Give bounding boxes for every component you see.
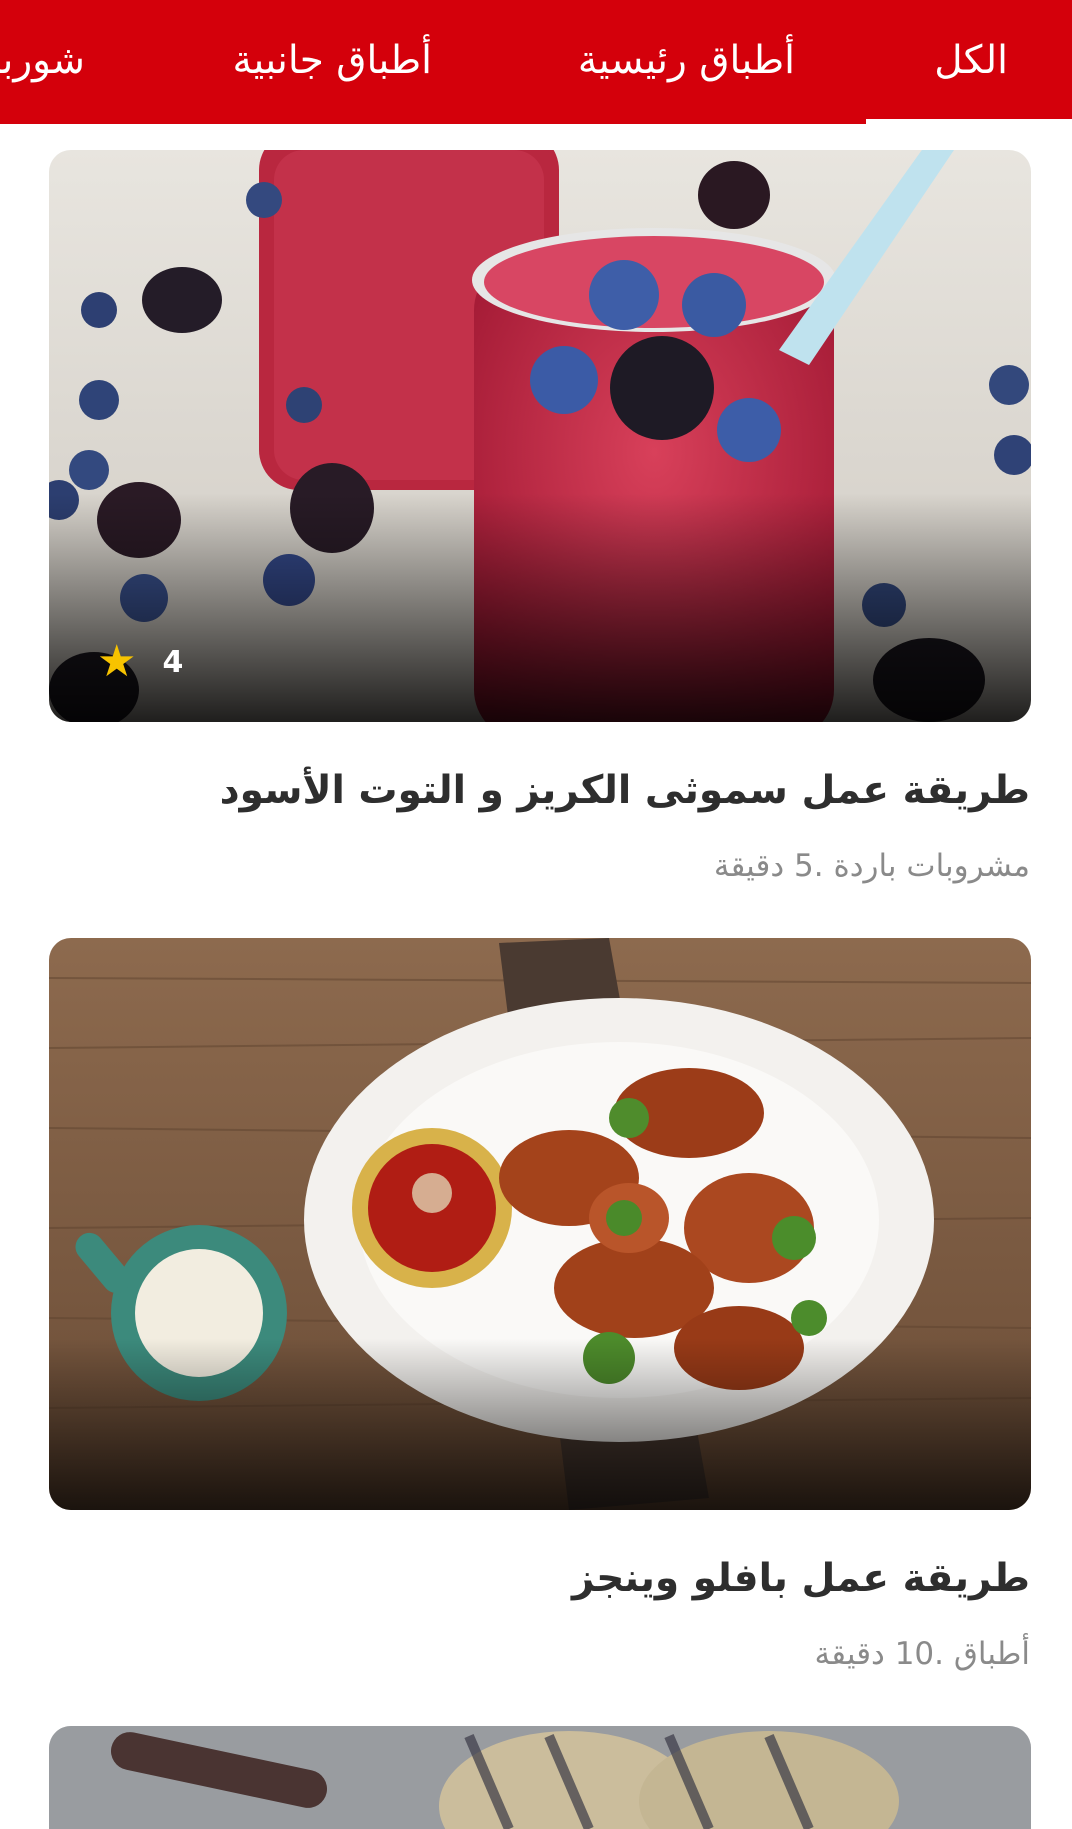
- selected-tab-indicator: [866, 119, 1072, 124]
- recipe-title[interactable]: طريقة عمل بافلو وينجز: [50, 1556, 1030, 1601]
- star-icon: ★: [97, 636, 137, 687]
- recipe-meta: مشروبات باردة .5 دقيقة: [713, 848, 1030, 884]
- tab-soups[interactable]: شوربات: [0, 0, 85, 124]
- buffalo-wings-photo: [49, 938, 1031, 1510]
- grilled-dish-photo: [49, 1726, 1031, 1829]
- recipe-image-next[interactable]: [49, 1726, 1031, 1829]
- rating: ★ 4: [97, 640, 183, 684]
- recipe-image-wings[interactable]: [49, 938, 1031, 1510]
- tab-main-dishes[interactable]: أطباق رئيسية: [578, 0, 795, 124]
- category-tab-bar: الكل أطباق رئيسية أطباق جانبية شوربات: [0, 0, 1072, 124]
- tab-side-dishes[interactable]: أطباق جانبية: [233, 0, 432, 124]
- tab-all[interactable]: الكل: [934, 0, 1008, 124]
- rating-value: 4: [162, 644, 184, 680]
- recipe-meta: أطباق .10 دقيقة: [814, 1636, 1030, 1672]
- recipe-title[interactable]: طريقة عمل سموثى الكريز و التوت الأسود: [50, 768, 1030, 813]
- recipe-image-smoothie[interactable]: ★ 4: [49, 150, 1031, 722]
- berry-smoothie-photo: [49, 150, 1031, 722]
